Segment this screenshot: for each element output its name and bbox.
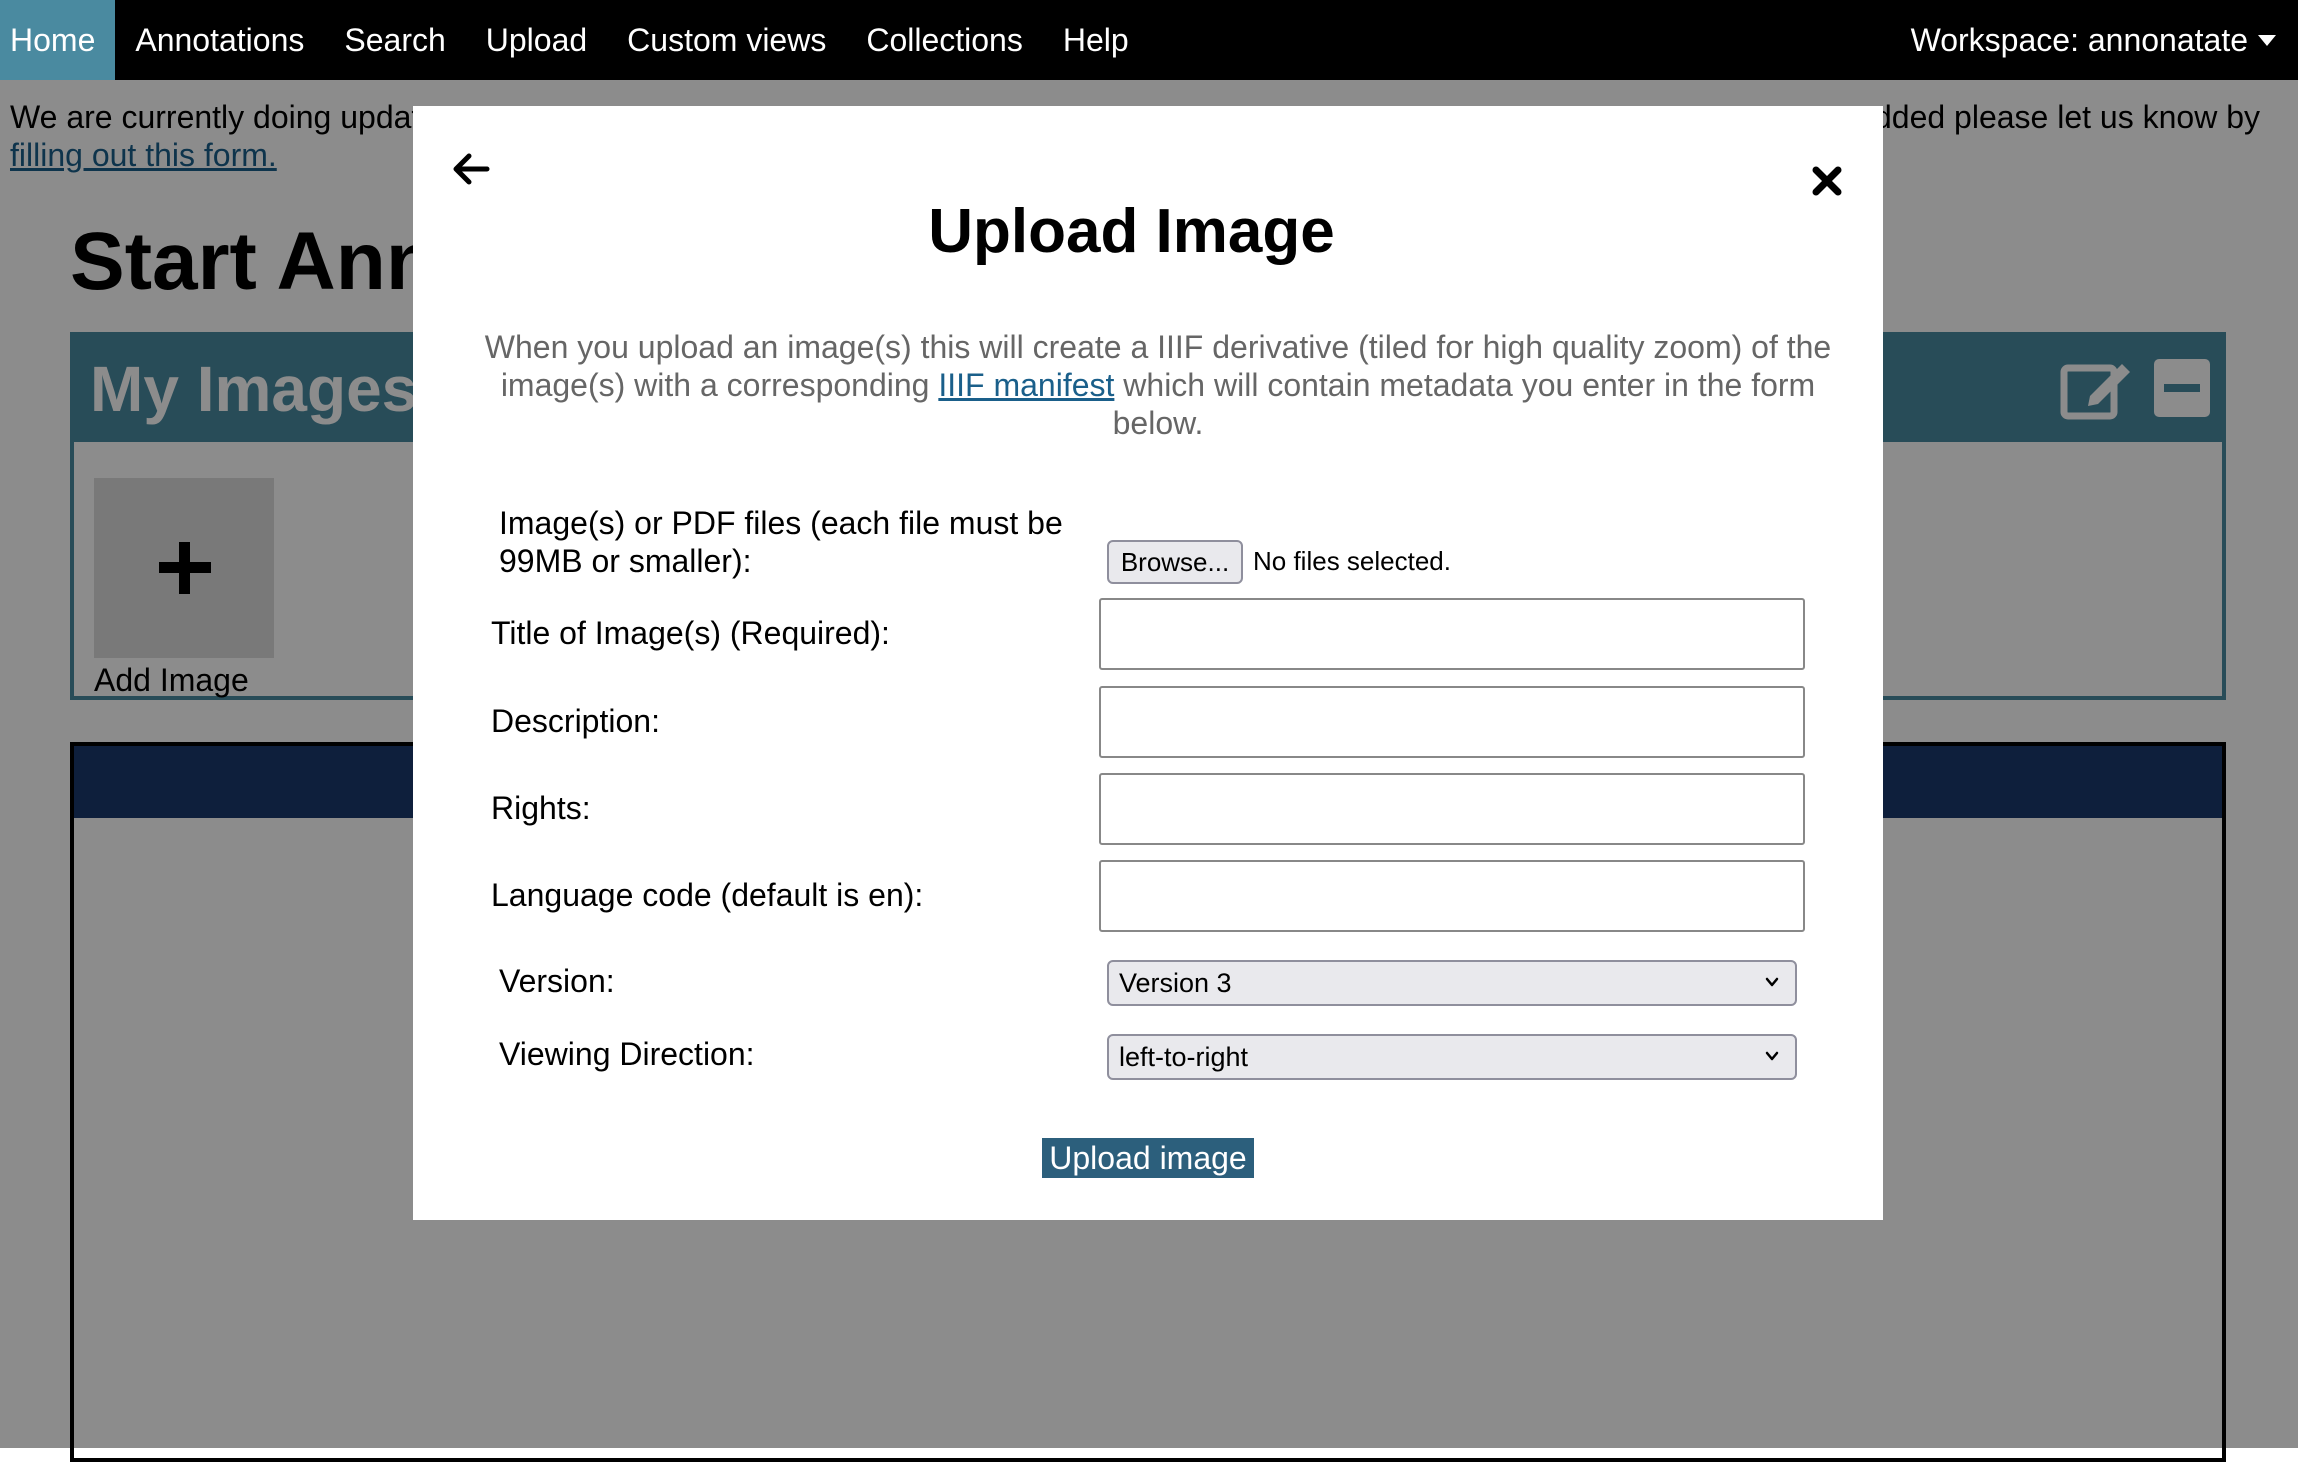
description-text-2: which will contain metadata you enter in… (1112, 367, 1816, 441)
chevron-down-icon (1765, 1051, 1779, 1061)
version-label: Version: (499, 963, 615, 999)
nav-home[interactable]: Home (0, 0, 116, 80)
workspace-label: Workspace: annonatate (1910, 21, 2248, 58)
title-label: Title of Image(s) (Required): (491, 615, 890, 651)
nav-search[interactable]: Search (324, 0, 465, 80)
browse-button[interactable]: Browse... (1107, 540, 1243, 584)
modal-description: When you upload an image(s) this will cr… (463, 328, 1853, 442)
rights-label: Rights: (491, 790, 591, 826)
direction-label: Viewing Direction: (499, 1036, 755, 1072)
file-label: Image(s) or PDF files (each file must be… (499, 505, 1063, 579)
nav-custom-views[interactable]: Custom views (607, 0, 846, 80)
description-input[interactable] (1099, 686, 1805, 758)
nav-help[interactable]: Help (1043, 0, 1149, 80)
language-input[interactable] (1099, 860, 1805, 932)
title-input[interactable] (1099, 598, 1805, 670)
back-arrow-icon[interactable] (449, 146, 495, 192)
description-label: Description: (491, 703, 660, 739)
caret-down-icon (2258, 34, 2276, 46)
workspace-dropdown[interactable]: Workspace: annonatate (1911, 0, 2298, 80)
version-selected-value: Version 3 (1119, 967, 1232, 998)
file-status: No files selected. (1253, 546, 1451, 576)
nav-collections[interactable]: Collections (846, 0, 1043, 80)
language-label: Language code (default is en): (491, 877, 924, 913)
rights-input[interactable] (1099, 773, 1805, 845)
iiif-manifest-link[interactable]: IIIF manifest (938, 367, 1114, 403)
direction-selected-value: left-to-right (1119, 1041, 1249, 1072)
nav-upload[interactable]: Upload (466, 0, 607, 80)
top-navbar: Home Annotations Search Upload Custom vi… (0, 0, 2298, 80)
modal-title: Upload Image (928, 197, 1335, 266)
upload-image-modal: Upload Image When you upload an image(s)… (413, 106, 1883, 1220)
chevron-down-icon (1765, 977, 1779, 987)
upload-image-button[interactable]: Upload image (1042, 1138, 1254, 1178)
version-select[interactable]: Version 3 (1107, 960, 1797, 1006)
direction-select[interactable]: left-to-right (1107, 1034, 1797, 1080)
nav-annotations[interactable]: Annotations (115, 0, 324, 80)
close-icon[interactable] (1808, 162, 1846, 200)
